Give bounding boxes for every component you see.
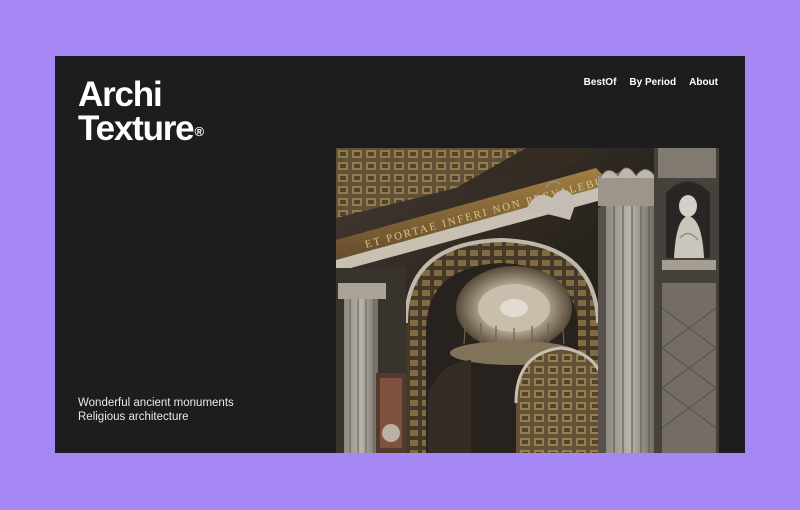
registered-mark: ® [194,124,205,139]
nav-link-bestof[interactable]: BestOf [584,77,617,88]
main-nav: BestOf By Period About [584,77,718,88]
basilica-interior-illustration: ET PORTAE INFERI NON PREVALEBUNT [336,148,719,453]
logo-line-2: Texture® [78,109,205,148]
site-frame: Archi Texture® BestOf By Period About Wo… [55,56,745,453]
caption-line-1: Wonderful ancient monuments [78,397,234,409]
hero-photo: ET PORTAE INFERI NON PREVALEBUNT [336,148,719,453]
site-logo[interactable]: Archi Texture® [78,75,205,148]
logo-word-2: Texture [78,109,195,148]
nav-link-by-period[interactable]: By Period [629,77,676,88]
hero-caption: Wonderful ancient monuments Religious ar… [78,396,234,424]
logo-line-1: Archi [78,75,163,114]
caption-line-2: Religious architecture [78,411,189,423]
nav-link-about[interactable]: About [689,77,718,88]
